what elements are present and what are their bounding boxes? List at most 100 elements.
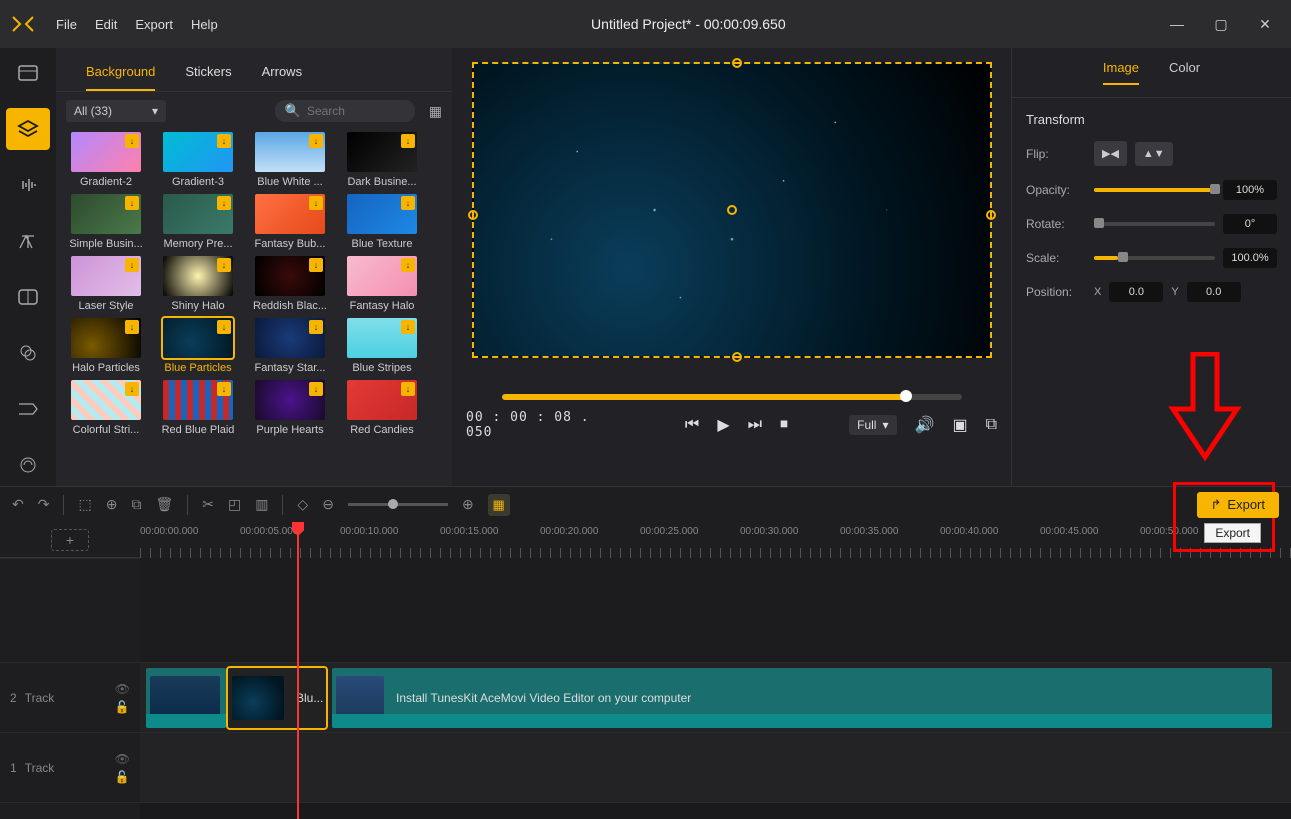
asset-item[interactable]: ↓Reddish Blac...: [250, 256, 330, 312]
preview-canvas[interactable]: [472, 62, 992, 358]
opacity-value[interactable]: 100%: [1223, 180, 1277, 200]
asset-item[interactable]: ↓Laser Style: [66, 256, 146, 312]
scale-value[interactable]: 100.0%: [1223, 248, 1277, 268]
filter-tool-icon[interactable]: [6, 332, 50, 374]
text-tool-icon[interactable]: [6, 220, 50, 262]
close-button[interactable]: ✕: [1247, 10, 1283, 38]
asset-label: Fantasy Bub...: [250, 238, 330, 250]
track-1-row[interactable]: [140, 733, 1291, 803]
add-icon[interactable]: ⊕: [106, 496, 118, 513]
search-input[interactable]: [307, 104, 397, 118]
asset-item[interactable]: ↓Fantasy Star...: [250, 318, 330, 374]
asset-search[interactable]: 🔍: [275, 100, 415, 122]
asset-filter-dropdown[interactable]: All (33)▾: [66, 100, 166, 122]
volume-icon[interactable]: 🔊: [915, 415, 935, 435]
undo-icon[interactable]: ↶: [12, 496, 24, 513]
audio-tool-icon[interactable]: [6, 164, 50, 206]
asset-item[interactable]: ↓Red Candies: [342, 380, 422, 436]
eye-icon[interactable]: 👁: [115, 752, 130, 766]
track-2-header[interactable]: 2 Track 👁🔓: [0, 663, 140, 733]
flip-vertical-button[interactable]: ▲▼: [1135, 142, 1173, 166]
playback-scrubber[interactable]: [502, 394, 962, 400]
grid-view-icon[interactable]: ▦: [429, 103, 442, 120]
playhead[interactable]: [297, 522, 299, 819]
download-icon: ↓: [217, 196, 231, 210]
asset-item[interactable]: ↓Blue Particles: [158, 318, 238, 374]
fit-dropdown[interactable]: Full▾: [849, 415, 896, 435]
flip-horizontal-button[interactable]: ▶◀: [1094, 141, 1127, 166]
track-2-row[interactable]: Blu... Install TunesKit AceMovi Video Ed…: [140, 663, 1291, 733]
asset-item[interactable]: ↓Memory Pre...: [158, 194, 238, 250]
effects-tool-icon[interactable]: [6, 444, 50, 486]
scale-slider[interactable]: [1094, 256, 1215, 260]
tab-color[interactable]: Color: [1169, 60, 1200, 85]
timeline-ruler[interactable]: 00:00:00.00000:00:05.00000:00:10.00000:0…: [140, 522, 1291, 558]
export-button[interactable]: ↱ Export: [1197, 492, 1279, 518]
cut-icon[interactable]: ✂: [202, 496, 214, 513]
prev-frame-button[interactable]: ⏮: [685, 416, 699, 434]
asset-item[interactable]: ↓Dark Busine...: [342, 132, 422, 188]
asset-item[interactable]: ↓Gradient-2: [66, 132, 146, 188]
stop-button[interactable]: ⏹: [780, 416, 788, 434]
clip-3[interactable]: Install TunesKit AceMovi Video Editor on…: [332, 668, 1272, 728]
asset-item[interactable]: ↓Blue White ...: [250, 132, 330, 188]
add-track-button[interactable]: +: [51, 529, 89, 551]
rotate-slider[interactable]: [1094, 222, 1215, 226]
zoom-slider[interactable]: [348, 503, 448, 506]
detach-icon[interactable]: ⧉: [986, 416, 997, 434]
transition-tool-icon[interactable]: [6, 388, 50, 430]
asset-item[interactable]: ↓Gradient-3: [158, 132, 238, 188]
media-tool-icon[interactable]: [6, 52, 50, 94]
download-icon: ↓: [309, 258, 323, 272]
asset-item[interactable]: ↓Shiny Halo: [158, 256, 238, 312]
tab-background[interactable]: Background: [86, 58, 155, 91]
crop-icon[interactable]: ◰: [228, 496, 241, 513]
track-1-header[interactable]: 1 Track 👁🔓: [0, 733, 140, 803]
layers-tool-icon[interactable]: [6, 108, 50, 150]
tab-arrows[interactable]: Arrows: [262, 58, 302, 91]
asset-item[interactable]: ↓Colorful Stri...: [66, 380, 146, 436]
position-x-value[interactable]: 0.0: [1109, 282, 1163, 302]
split-icon[interactable]: ▥: [255, 496, 268, 513]
lock-icon[interactable]: 🔓: [115, 770, 130, 784]
lock-icon[interactable]: 🔓: [115, 700, 130, 714]
delete-icon[interactable]: 🗑: [155, 496, 173, 513]
asset-item[interactable]: ↓Purple Hearts: [250, 380, 330, 436]
rotate-value[interactable]: 0°: [1223, 214, 1277, 234]
download-icon: ↓: [309, 196, 323, 210]
snapshot-icon[interactable]: ▣: [952, 415, 967, 435]
tab-image[interactable]: Image: [1103, 60, 1139, 85]
tab-stickers[interactable]: Stickers: [185, 58, 231, 91]
menu-export[interactable]: Export: [135, 17, 173, 32]
marker-icon[interactable]: ◇: [297, 496, 308, 513]
select-tool-icon[interactable]: ⬚: [78, 496, 91, 513]
position-y-value[interactable]: 0.0: [1187, 282, 1241, 302]
maximize-button[interactable]: ▢: [1203, 10, 1239, 38]
next-frame-button[interactable]: ⏭: [748, 416, 762, 434]
menu-help[interactable]: Help: [191, 17, 218, 32]
settings-timeline-icon[interactable]: ▦: [488, 494, 510, 516]
asset-grid: ↓Gradient-2↓Gradient-3↓Blue White ...↓Da…: [56, 130, 452, 486]
asset-item[interactable]: ↓Halo Particles: [66, 318, 146, 374]
eye-icon[interactable]: 👁: [115, 682, 130, 696]
asset-item[interactable]: ↓Fantasy Halo: [342, 256, 422, 312]
clip-1[interactable]: [146, 668, 226, 728]
asset-label: Red Candies: [342, 424, 422, 436]
zoom-out-icon[interactable]: ⊖: [322, 496, 334, 513]
asset-item[interactable]: ↓Blue Texture: [342, 194, 422, 250]
zoom-in-icon[interactable]: ⊕: [462, 496, 474, 513]
menu-edit[interactable]: Edit: [95, 17, 117, 32]
minimize-button[interactable]: —: [1159, 10, 1195, 38]
layout-tool-icon[interactable]: [6, 276, 50, 318]
asset-item[interactable]: ↓Simple Busin...: [66, 194, 146, 250]
copy-icon[interactable]: ⧉: [131, 496, 141, 513]
play-button[interactable]: ▶: [717, 415, 729, 435]
asset-item[interactable]: ↓ Fantasy Bub...: [250, 194, 330, 250]
redo-icon[interactable]: ↷: [38, 496, 50, 513]
scale-label: Scale:: [1026, 251, 1086, 265]
opacity-slider[interactable]: [1094, 188, 1215, 192]
asset-item[interactable]: ↓Red Blue Plaid: [158, 380, 238, 436]
menu-file[interactable]: File: [56, 17, 77, 32]
clip-2-selected[interactable]: Blu...: [228, 668, 326, 728]
asset-item[interactable]: ↓Blue Stripes: [342, 318, 422, 374]
